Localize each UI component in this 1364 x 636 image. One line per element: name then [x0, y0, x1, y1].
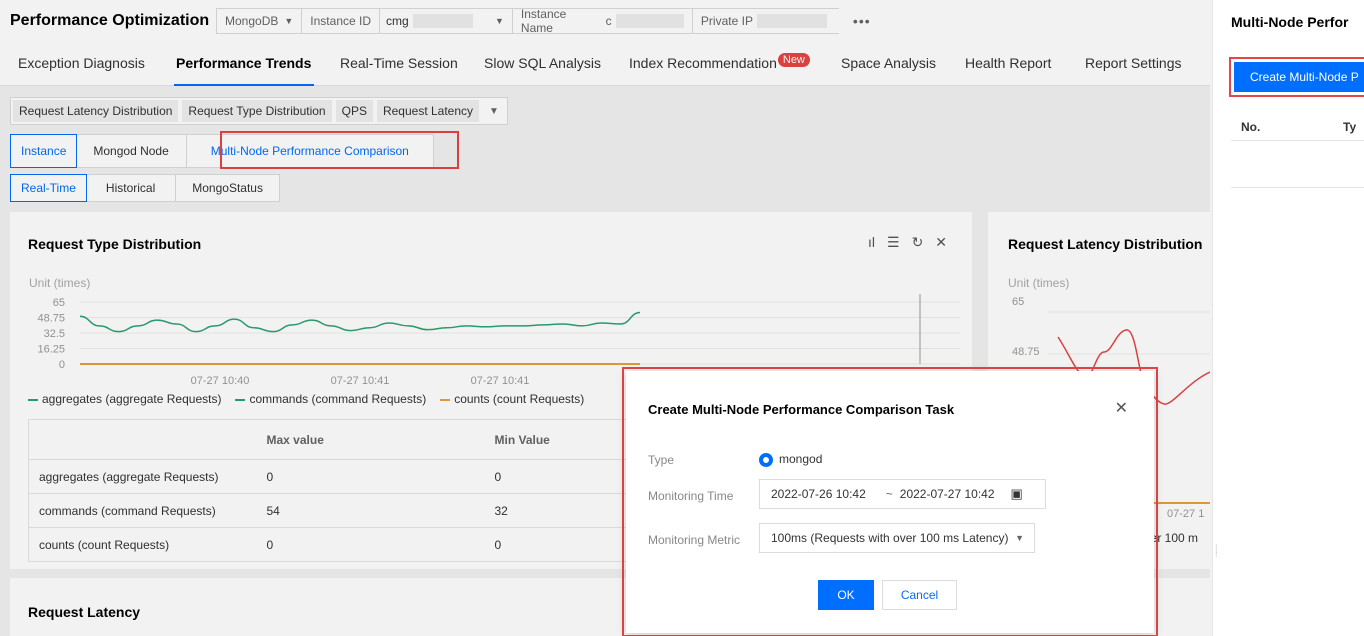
ok-button[interactable]: OK: [818, 580, 874, 610]
time-start-value: 2022-07-26 10:42: [771, 487, 866, 501]
monitoring-time-range-picker[interactable]: 2022-07-26 10:42 ~ 2022-07-27 10:42 ▣: [759, 479, 1046, 509]
divider: [1231, 187, 1364, 188]
type-label: Type: [648, 453, 675, 467]
divider: [1231, 140, 1364, 141]
column-header-no: No.: [1241, 120, 1261, 134]
time-separator: ~: [885, 487, 893, 501]
chevron-down-icon: ▼: [1015, 533, 1024, 543]
column-header-type: Ty: [1343, 120, 1357, 134]
radio-mongod-label: mongod: [779, 452, 823, 466]
monitoring-metric-label: Monitoring Metric: [648, 533, 741, 547]
dialog-title: Create Multi-Node Performance Comparison…: [648, 402, 955, 417]
time-end-value: 2022-07-27 10:42: [899, 487, 995, 501]
create-comparison-task-dialog: Create Multi-Node Performance Comparison…: [626, 371, 1154, 633]
panel-title: Multi-Node Perfor: [1231, 14, 1349, 30]
close-icon[interactable]: ✕: [1115, 398, 1128, 418]
drag-handle-icon[interactable]: ⁞ ⁞: [1215, 544, 1218, 559]
cancel-button[interactable]: Cancel: [882, 580, 957, 610]
monitoring-metric-select[interactable]: 100ms (Requests with over 100 ms Latency…: [759, 523, 1035, 553]
calendar-icon[interactable]: ▣: [1011, 486, 1023, 502]
radio-mongod[interactable]: [759, 453, 773, 467]
metric-select-value: 100ms (Requests with over 100 ms Latency…: [771, 531, 1009, 545]
highlight-box: [1229, 57, 1364, 97]
monitoring-time-label: Monitoring Time: [648, 489, 734, 503]
multi-node-side-panel: Multi-Node Perfor Create Multi-Node P No…: [1212, 0, 1364, 636]
